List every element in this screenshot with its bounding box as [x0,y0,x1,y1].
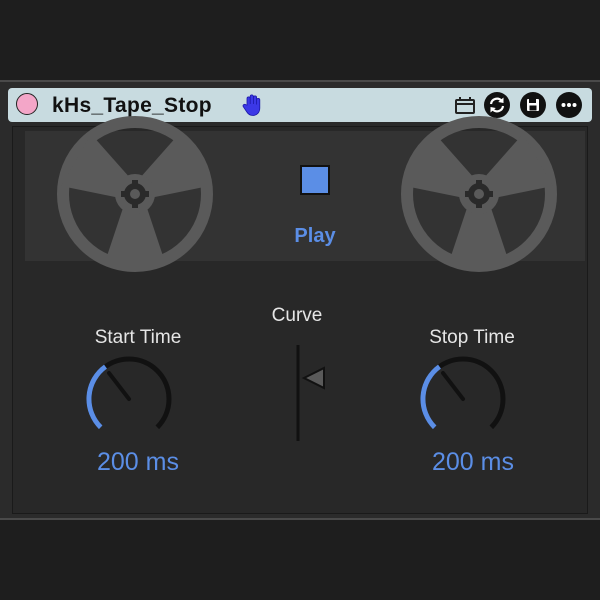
start-time-value[interactable]: 200 ms [58,448,218,477]
stop-time-value[interactable]: 200 ms [393,448,553,477]
play-label: Play [294,225,336,247]
stop-time-label: Stop Time [429,327,515,348]
device-power-toggle[interactable] [16,93,38,115]
start-time-label: Start Time [94,327,182,348]
play-toggle-button[interactable] [300,165,330,195]
more-icon[interactable] [556,92,582,118]
stop-time-knob[interactable] [417,353,509,445]
device-window: kHs_Tape_Stop Play Start Time 200 ms Cur… [0,80,600,520]
tape-reel-left-icon [57,116,213,272]
tape-reels-area: Play [25,116,585,272]
start-time-knob[interactable] [83,353,175,445]
hand-icon[interactable] [240,92,266,118]
device-panel: Play Start Time 200 ms Curve Stop Time 2… [12,116,588,514]
curve-slider[interactable] [292,343,332,443]
tape-reel-right-icon [401,116,557,272]
curve-label: Curve [271,305,323,326]
